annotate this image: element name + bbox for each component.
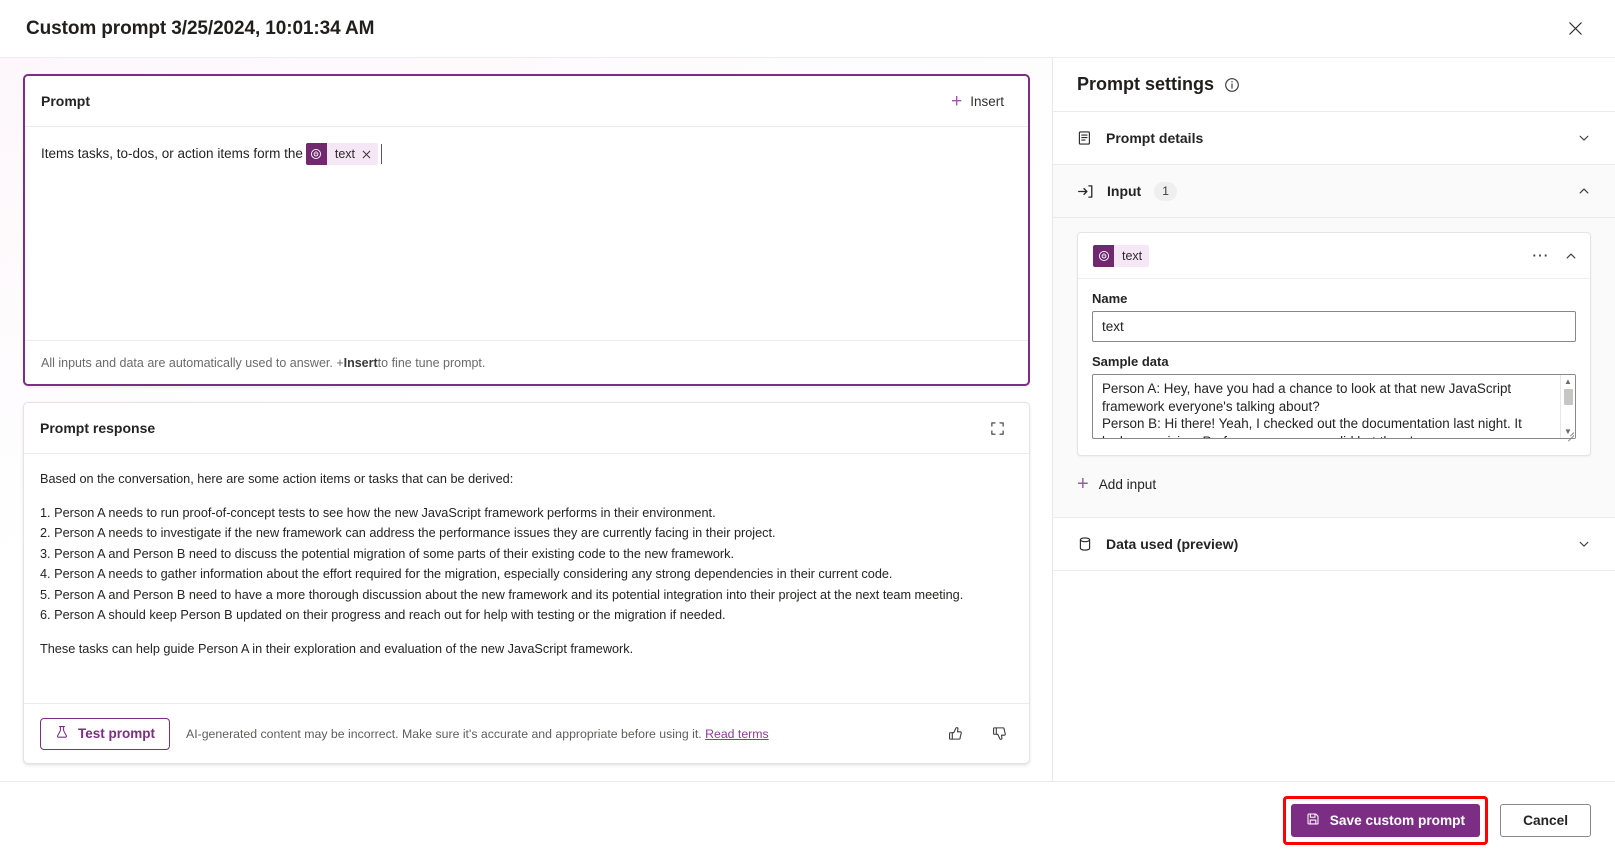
response-action-items: 1. Person A needs to run proof-of-concep…	[40, 504, 1011, 626]
chevron-up-icon[interactable]	[1577, 184, 1591, 198]
section-data-used[interactable]: Data used (preview)	[1053, 518, 1615, 571]
prompt-card-header: Prompt + Insert	[25, 76, 1028, 127]
dialog-footer: Save custom prompt Cancel	[0, 781, 1615, 859]
chip-content: text	[1114, 244, 1150, 267]
settings-header: Prompt settings	[1053, 58, 1615, 112]
ai-disclaimer: AI-generated content may be incorrect. M…	[186, 727, 769, 741]
save-button-label: Save custom prompt	[1329, 813, 1466, 828]
prompt-response-card: Prompt response Based on the conversatio…	[23, 402, 1030, 764]
input-card-header: text ⋯	[1078, 233, 1590, 279]
response-card-label: Prompt response	[40, 420, 156, 436]
dialog-body: Prompt + Insert Items tasks, to-dos, or …	[0, 58, 1615, 781]
response-intro: Based on the conversation, here are some…	[40, 472, 514, 486]
power-circle-icon	[1093, 244, 1114, 267]
chip-label: text	[334, 147, 355, 161]
chip-content: text	[326, 143, 378, 165]
scrollbar-thumb[interactable]	[1563, 389, 1573, 405]
input-card: text ⋯ Name text Sample data Person A: H…	[1077, 232, 1591, 456]
expand-icon[interactable]	[983, 414, 1011, 442]
plus-icon: +	[951, 90, 963, 112]
insert-button-label: Insert	[970, 93, 1004, 109]
input-type-chip[interactable]: text	[1093, 244, 1150, 267]
list-item: 6. Person A should keep Person B updated…	[40, 608, 726, 622]
prompt-input-chip[interactable]: text	[305, 143, 378, 165]
list-item: 4. Person A needs to gather information …	[40, 567, 893, 581]
insert-button[interactable]: + Insert	[945, 88, 1010, 115]
save-button-highlight: Save custom prompt	[1282, 796, 1489, 845]
chip-label: text	[1122, 248, 1143, 263]
section-prompt-details[interactable]: Prompt details	[1053, 112, 1615, 165]
test-prompt-button[interactable]: Test prompt	[40, 717, 170, 750]
cancel-button[interactable]: Cancel	[1500, 804, 1591, 837]
prompt-hint-prefix: All inputs and data are automatically us…	[41, 355, 344, 370]
close-icon[interactable]	[1557, 11, 1593, 47]
dialog-titlebar: Custom prompt 3/25/2024, 10:01:34 AM	[0, 0, 1615, 58]
prompt-editor-pane: Prompt + Insert Items tasks, to-dos, or …	[0, 58, 1052, 781]
save-icon	[1306, 812, 1320, 829]
prompt-settings-pane: Prompt settings Prompt details Input 1 t…	[1052, 58, 1615, 781]
more-horizontal-icon[interactable]: ⋯	[1528, 247, 1555, 264]
list-item: 1. Person A needs to run proof-of-concep…	[40, 505, 716, 520]
thumbs-up-icon[interactable]	[941, 720, 969, 748]
chevron-down-icon[interactable]	[1577, 537, 1591, 551]
prompt-hint: All inputs and data are automatically us…	[25, 340, 1028, 384]
prompt-text-area[interactable]: Items tasks, to-dos, or action items for…	[25, 127, 1028, 340]
power-circle-icon	[305, 143, 327, 165]
response-outro: These tasks can help guide Person A in t…	[40, 641, 634, 656]
text-caret	[381, 144, 382, 164]
page-title: Custom prompt 3/25/2024, 10:01:34 AM	[26, 17, 375, 39]
thumbs-down-icon[interactable]	[985, 720, 1013, 748]
section-input[interactable]: Input 1	[1053, 165, 1615, 218]
read-terms-link[interactable]: Read terms	[705, 727, 769, 741]
sidebar-item-label: Data used (preview)	[1106, 536, 1239, 552]
arrow-into-bracket-icon	[1077, 183, 1094, 200]
name-field-label: Name	[1092, 291, 1128, 306]
input-card-body: Name Sample data Person A: Hey, have you…	[1078, 279, 1590, 455]
input-count-badge: 1	[1154, 181, 1177, 201]
sample-data-input[interactable]: Person A: Hey, have you had a chance to …	[1092, 374, 1576, 439]
sidebar-item-label: Input	[1107, 183, 1142, 199]
sample-data-label: Sample data	[1092, 354, 1169, 369]
list-item: 2. Person A needs to investigate if the …	[40, 526, 776, 540]
sidebar-item-label: Prompt details	[1106, 130, 1204, 146]
list-item: 3. Person A and Person B need to discuss…	[40, 546, 734, 561]
prompt-line: Items tasks, to-dos, or action items for…	[41, 143, 1012, 165]
prompt-static-text: Items tasks, to-dos, or action items for…	[41, 146, 303, 161]
field-gap	[1092, 342, 1576, 354]
beaker-icon	[55, 725, 69, 742]
database-icon	[1077, 536, 1093, 552]
input-panel: text ⋯ Name text Sample data Person A: H…	[1053, 218, 1615, 518]
document-icon	[1077, 130, 1093, 146]
close-icon[interactable]	[362, 150, 371, 159]
caret-up-icon[interactable]: ▲	[1561, 375, 1576, 388]
custom-prompt-dialog: Custom prompt 3/25/2024, 10:01:34 AM Pro…	[0, 0, 1615, 859]
sample-data-wrapper: Person A: Hey, have you had a chance to …	[1092, 374, 1576, 442]
chevron-down-icon[interactable]	[1577, 131, 1591, 145]
prompt-hint-suffix: to fine tune prompt.	[377, 355, 486, 370]
response-footer: Test prompt AI-generated content may be …	[24, 703, 1029, 763]
prompt-hint-bold: Insert	[343, 355, 378, 370]
ai-disclaimer-text: AI-generated content may be incorrect. M…	[186, 726, 702, 741]
resize-handle[interactable]	[1565, 428, 1575, 442]
add-input-label: Add input	[1098, 476, 1157, 492]
info-icon[interactable]	[1224, 77, 1240, 93]
chevron-up-icon[interactable]	[1564, 249, 1578, 263]
response-card-header: Prompt response	[24, 403, 1029, 454]
save-custom-prompt-button[interactable]: Save custom prompt	[1290, 804, 1481, 837]
prompt-card-label: Prompt	[41, 93, 90, 109]
response-content: Based on the conversation, here are some…	[24, 454, 1029, 703]
plus-icon: +	[1077, 473, 1089, 495]
add-input-button[interactable]: + Add input	[1077, 474, 1156, 494]
test-prompt-label: Test prompt	[78, 726, 155, 741]
name-input[interactable]	[1092, 311, 1576, 342]
settings-title: Prompt settings	[1077, 74, 1215, 94]
list-item: 5. Person A and Person B need to have a …	[40, 587, 964, 602]
prompt-card: Prompt + Insert Items tasks, to-dos, or …	[23, 74, 1030, 386]
